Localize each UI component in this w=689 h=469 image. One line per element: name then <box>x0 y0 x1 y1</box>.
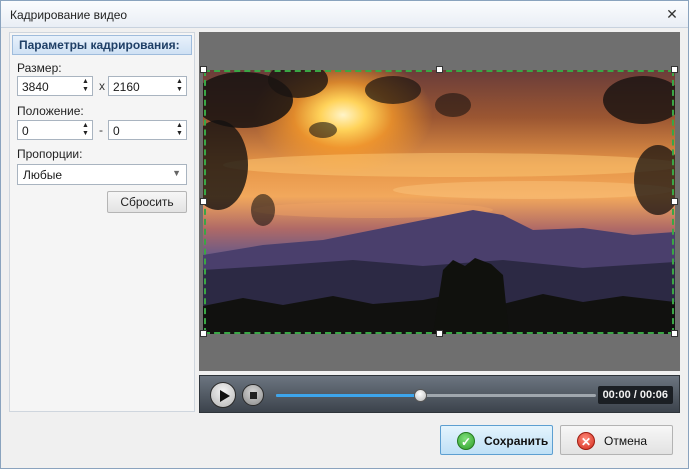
crop-handle-bottom-left[interactable] <box>200 330 207 337</box>
video-preview <box>199 32 680 371</box>
check-icon: ✓ <box>457 432 475 450</box>
seek-slider[interactable] <box>276 389 596 402</box>
crop-handle-top-right[interactable] <box>671 66 678 73</box>
play-button[interactable] <box>210 382 236 408</box>
crop-handle-left[interactable] <box>200 198 207 205</box>
position-x-spinner[interactable]: ▲ ▼ <box>81 122 90 138</box>
chevron-up-icon[interactable]: ▲ <box>175 78 184 86</box>
cancel-button-label: Отмена <box>604 434 648 448</box>
crop-handle-bottom[interactable] <box>436 330 443 337</box>
close-icon[interactable]: ✕ <box>664 6 680 22</box>
position-y-input[interactable]: 0 ▲ ▼ <box>108 120 187 140</box>
seek-progress <box>276 394 420 397</box>
aspect-ratio-select[interactable]: Любые ▼ <box>17 164 187 185</box>
position-y-value: 0 <box>113 124 120 138</box>
width-spinner[interactable]: ▲ ▼ <box>81 78 90 94</box>
panel-header: Параметры кадрирования: <box>12 35 192 55</box>
position-x-input[interactable]: 0 ▲ ▼ <box>17 120 93 140</box>
cross-icon: ✕ <box>577 432 595 450</box>
height-spinner[interactable]: ▲ ▼ <box>175 78 184 94</box>
crop-handle-bottom-right[interactable] <box>671 330 678 337</box>
stop-button[interactable] <box>242 384 264 406</box>
chevron-up-icon[interactable]: ▲ <box>175 122 184 130</box>
save-button[interactable]: ✓ Сохранить <box>440 425 553 455</box>
window-title: Кадрирование видео <box>10 8 128 22</box>
crop-handle-right[interactable] <box>671 198 678 205</box>
size-separator: x <box>99 79 105 93</box>
size-label: Размер: <box>17 61 62 75</box>
seek-handle[interactable] <box>414 389 427 402</box>
height-input[interactable]: 2160 ▲ ▼ <box>108 76 187 96</box>
chevron-up-icon[interactable]: ▲ <box>81 78 90 86</box>
chevron-down-icon[interactable]: ▼ <box>81 86 90 94</box>
cancel-button[interactable]: ✕ Отмена <box>560 425 673 455</box>
crop-frame[interactable] <box>204 70 674 334</box>
width-value: 3840 <box>22 80 49 94</box>
play-icon <box>220 390 230 402</box>
crop-settings-panel: Параметры кадрирования: Размер: 3840 ▲ ▼… <box>9 32 195 412</box>
crop-video-dialog: Кадрирование видео ✕ Параметры кадрирова… <box>0 0 689 469</box>
title-bar: Кадрирование видео ✕ <box>1 1 688 28</box>
stop-icon <box>250 392 257 399</box>
position-y-spinner[interactable]: ▲ ▼ <box>175 122 184 138</box>
height-value: 2160 <box>113 80 140 94</box>
chevron-up-icon[interactable]: ▲ <box>81 122 90 130</box>
save-button-label: Сохранить <box>484 434 549 448</box>
position-separator: - <box>99 123 103 137</box>
chevron-down-icon[interactable]: ▼ <box>81 130 90 138</box>
crop-handle-top[interactable] <box>436 66 443 73</box>
position-x-value: 0 <box>22 124 29 138</box>
width-input[interactable]: 3840 ▲ ▼ <box>17 76 93 96</box>
crop-handle-top-left[interactable] <box>200 66 207 73</box>
chevron-down-icon[interactable]: ▼ <box>175 130 184 138</box>
playback-bar: 00:00 / 00:06 <box>199 375 680 413</box>
ratio-label: Пропорции: <box>17 147 83 161</box>
position-label: Положение: <box>17 104 84 118</box>
time-display: 00:00 / 00:06 <box>597 386 673 404</box>
chevron-down-icon[interactable]: ▼ <box>172 168 181 178</box>
aspect-ratio-value: Любые <box>23 168 63 182</box>
reset-button[interactable]: Сбросить <box>107 191 187 213</box>
chevron-down-icon[interactable]: ▼ <box>175 86 184 94</box>
